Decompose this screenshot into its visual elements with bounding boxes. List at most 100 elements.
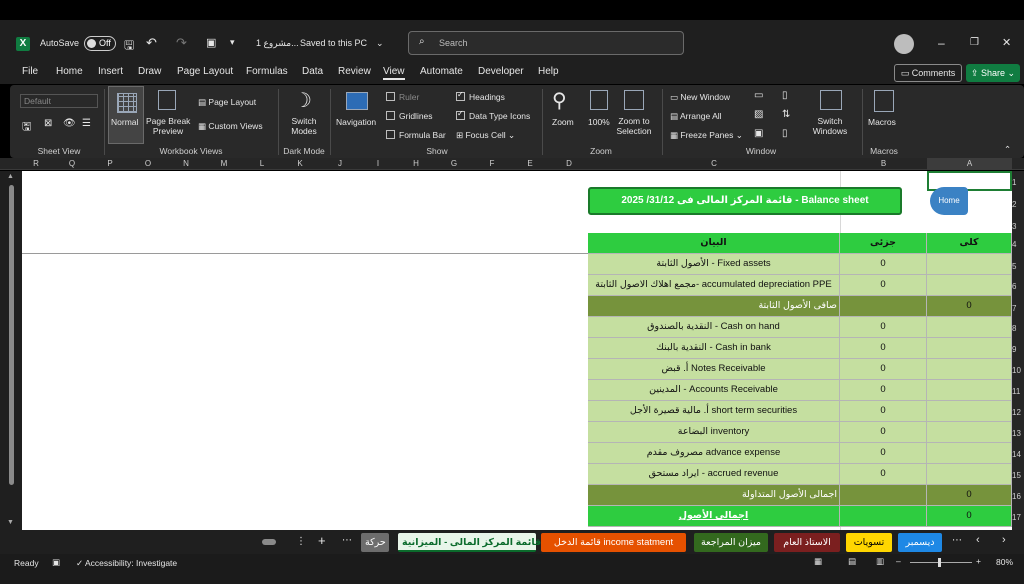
focus-cell-button[interactable]: ⊞ Focus Cell ⌄ (456, 130, 515, 141)
row-label[interactable]: المدينين - Accounts Receivable (588, 380, 840, 401)
avatar[interactable] (894, 34, 914, 54)
menu-automate[interactable]: Automate (420, 66, 463, 77)
more-options-icon[interactable]: ⋮ (296, 536, 306, 547)
switch-windows-button[interactable]: Switch Windows (806, 116, 854, 136)
customize-toolbar-icon[interactable]: ▾ (230, 37, 235, 48)
zoom-100-button[interactable]: 100% (588, 117, 610, 127)
row-number[interactable]: 13 (1012, 429, 1024, 438)
zoom-button[interactable]: Zoom (552, 117, 574, 127)
ruler-checkbox[interactable]: Ruler (386, 92, 419, 102)
row-total[interactable] (927, 443, 1012, 464)
menu-view[interactable]: View (383, 66, 405, 80)
chevron-down-icon[interactable]: ⌄ (376, 38, 384, 49)
row-total[interactable] (927, 275, 1012, 296)
formula-bar-checkbox[interactable]: Formula Bar (386, 130, 446, 140)
exit-view-icon[interactable]: ⊠ (44, 118, 52, 129)
menu-draw[interactable]: Draw (138, 66, 161, 77)
autosave-toggle[interactable]: Off (84, 36, 116, 51)
column-header[interactable]: K (284, 158, 316, 170)
column-header[interactable]: C (588, 158, 840, 170)
column-header[interactable]: A (927, 158, 1012, 170)
sheet-tab[interactable]: قائمة الدخل income statment (541, 533, 686, 552)
row-number[interactable]: 16 (1012, 492, 1024, 501)
sheet-tab[interactable]: تسويات (846, 533, 892, 552)
menu-data[interactable]: Data (302, 66, 323, 77)
restore-icon[interactable]: ❐ (970, 37, 979, 48)
sheet-tab[interactable]: ديسمبر (898, 533, 942, 552)
row-label[interactable]: مصروف مقدم advance expense (588, 443, 840, 464)
sheet-tab-active[interactable]: قائمة المركز المالى - الميزانية (398, 533, 541, 552)
save-icon[interactable]: 🖫 (124, 36, 134, 57)
row-number[interactable]: 5 (1012, 262, 1024, 271)
row-partial[interactable]: 0 (840, 338, 927, 359)
reset-position-icon[interactable]: ▯ (782, 128, 788, 139)
sync-scroll-icon[interactable]: ⇅ (782, 109, 790, 120)
row-number[interactable]: 8 (1012, 324, 1024, 333)
row-label[interactable]: النقدية بالبنك - Cash in bank (588, 338, 840, 359)
column-header[interactable]: D (550, 158, 588, 170)
column-header[interactable]: L (246, 158, 278, 170)
row-number[interactable]: 11 (1012, 387, 1024, 396)
arrange-all-button[interactable]: ▤ Arrange All (670, 111, 722, 122)
collapse-ribbon-icon[interactable]: ⌃ (1004, 144, 1011, 155)
unhide-icon[interactable]: ▣ (754, 128, 763, 139)
row-total[interactable] (927, 338, 1012, 359)
switch-modes-button[interactable]: Switch Modes (286, 116, 322, 136)
row-total[interactable]: 0 (927, 296, 1012, 317)
menu-help[interactable]: Help (538, 66, 559, 77)
data-type-icons-checkbox[interactable]: Data Type Icons (456, 109, 530, 121)
split-icon[interactable]: ▭ (754, 90, 763, 101)
row-number[interactable]: 10 (1012, 366, 1024, 375)
menu-review[interactable]: Review (338, 66, 371, 77)
macro-record-icon[interactable]: ▣ (52, 557, 60, 568)
row-number[interactable]: 7 (1012, 304, 1024, 313)
hide-icon[interactable]: ▨ (754, 109, 763, 120)
page-break-preview-button[interactable]: Page Break Preview (146, 116, 190, 136)
undo-icon[interactable]: ↶ (146, 35, 157, 51)
view-side-by-side-icon[interactable]: ▯ (782, 90, 788, 101)
row-partial[interactable]: 0 (840, 443, 927, 464)
navigation-button[interactable]: Navigation (336, 117, 376, 127)
scroll-up-icon[interactable]: ▲ (7, 173, 14, 180)
menu-page-layout[interactable]: Page Layout (177, 66, 233, 77)
form-icon[interactable]: ▣ (206, 36, 216, 49)
row-total[interactable] (927, 359, 1012, 380)
column-header[interactable]: J (322, 158, 358, 170)
redo-icon[interactable]: ↷ (176, 35, 187, 51)
zoom-out-icon[interactable]: – (896, 556, 901, 566)
normal-view-icon[interactable]: ▦ (814, 556, 822, 567)
save-status[interactable]: Saved to this PC (300, 38, 367, 48)
row-total[interactable]: 0 (927, 506, 1012, 527)
sheet-tab[interactable]: ميزان المراجعة (694, 533, 768, 552)
column-header[interactable]: G (436, 158, 472, 170)
gridlines-checkbox[interactable]: Gridlines (386, 111, 433, 121)
options-icon[interactable]: ☰ (82, 118, 91, 129)
row-partial[interactable]: 0 (840, 464, 927, 485)
freeze-panes-button[interactable]: ▦ Freeze Panes ⌄ (670, 130, 743, 141)
row-label[interactable]: الأصول الثابتة - Fixed assets (588, 254, 840, 275)
column-header[interactable]: I (360, 158, 396, 170)
column-header[interactable]: M (208, 158, 240, 170)
row-total[interactable] (927, 380, 1012, 401)
row-label[interactable]: صافى الأصول الثابتة (588, 296, 840, 317)
share-button[interactable]: ⇪ Share ⌄ (966, 64, 1020, 82)
more-sheets-icon[interactable]: ⋯ (342, 535, 352, 546)
row-total[interactable] (927, 401, 1012, 422)
column-header[interactable]: Q (56, 158, 88, 170)
row-partial[interactable] (840, 485, 927, 506)
scroll-down-icon[interactable]: ▼ (7, 519, 14, 526)
row-total[interactable]: 0 (927, 485, 1012, 506)
row-partial[interactable]: 0 (840, 317, 927, 338)
row-number[interactable]: 12 (1012, 408, 1024, 417)
menu-formulas[interactable]: Formulas (246, 66, 288, 77)
row-label[interactable]: اجمالى الأصول (588, 506, 840, 527)
column-header[interactable]: F (474, 158, 510, 170)
macros-button[interactable]: Macros (868, 117, 896, 127)
vertical-scrollbar[interactable]: ▲ ▼ (0, 171, 22, 530)
row-label[interactable]: أ. قبض Notes Receivable (588, 359, 840, 380)
column-header[interactable]: N (170, 158, 202, 170)
row-total[interactable] (927, 254, 1012, 275)
home-button[interactable]: Home (930, 187, 968, 215)
more-sheets-icon[interactable]: ⋯ (952, 535, 962, 546)
zoom-level[interactable]: 80% (996, 557, 1013, 567)
